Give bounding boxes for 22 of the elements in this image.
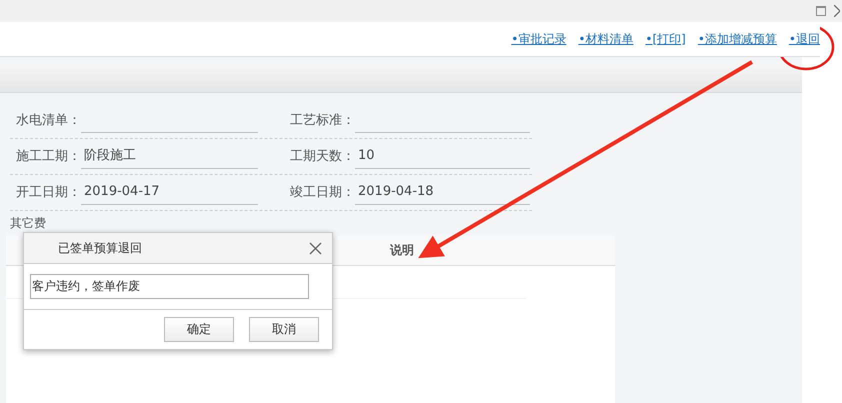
toolbar-link[interactable]: •材料清单 — [578, 30, 634, 48]
toolbar-link[interactable]: •审批记录 — [511, 30, 566, 48]
section-title: 其它费 — [9, 215, 47, 231]
dialog-button[interactable]: 确定 — [164, 317, 234, 342]
field-label: 竣工日期： — [290, 184, 355, 202]
field-label: 水电清单： — [16, 112, 81, 130]
dialog-title: 已签单预算退回 — [58, 240, 142, 256]
field-value: 2019-04-17 — [81, 182, 258, 204]
field-value: 阶段施工 — [81, 146, 258, 168]
input-field[interactable]: 客户违约，签单作废 — [30, 274, 309, 299]
dialog-button[interactable]: 取消 — [249, 317, 319, 342]
field-value: 10 — [355, 146, 530, 168]
field-value: 2019-04-18 — [355, 182, 530, 204]
field-label: 工期天数： — [290, 148, 355, 166]
column-header: 说明 — [390, 242, 414, 258]
toolbar-link[interactable]: •添加增减预算 — [698, 30, 777, 48]
toolbar-link[interactable]: •[打印] — [645, 30, 686, 48]
toolbar-link[interactable]: •退回 — [788, 30, 820, 48]
field-label: 施工工期： — [16, 148, 81, 166]
restore-icon[interactable] — [816, 6, 826, 16]
field-label: 开工日期： — [16, 184, 81, 202]
field-label: 工艺标准： — [290, 112, 355, 130]
